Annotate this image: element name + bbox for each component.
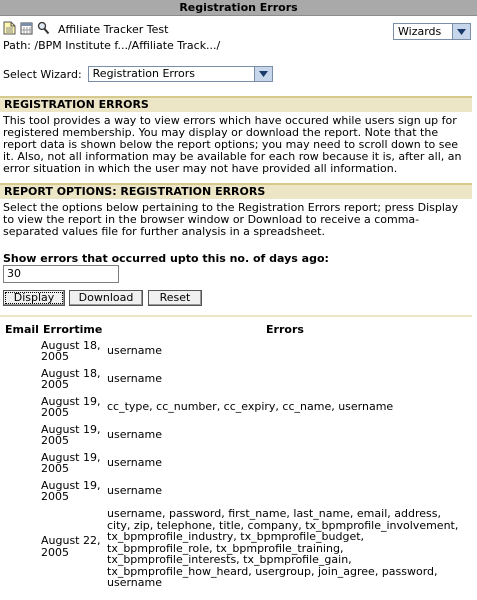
cell-errors: username, password, first_name, last_nam… <box>107 507 459 589</box>
days-input[interactable]: 30 <box>3 265 119 283</box>
table-row: August 19, 2005 username <box>3 421 463 449</box>
calendar-icon[interactable] <box>20 21 33 35</box>
cell-email <box>3 477 41 505</box>
table-header-row: Email Errortime Errors <box>3 323 463 337</box>
cell-email <box>3 449 41 477</box>
divider <box>0 315 472 317</box>
cell-email <box>3 393 41 421</box>
cell-errors: username <box>107 456 162 470</box>
cell-errors: username <box>107 372 162 386</box>
download-button[interactable]: Download <box>69 290 143 306</box>
reset-button[interactable]: Reset <box>148 290 202 306</box>
cell-date: August 19, 2005 <box>41 450 101 475</box>
cell-date: August 19, 2005 <box>41 394 101 419</box>
table-row: August 18, 2005 username <box>3 337 463 365</box>
table-row: August 18, 2005 username <box>3 365 463 393</box>
wizard-select-value: Registration Errors <box>92 67 196 80</box>
wizard-selector: Select Wizard: Registration Errors <box>3 66 273 82</box>
search-icon[interactable] <box>37 21 50 35</box>
chevron-down-icon[interactable] <box>253 67 272 81</box>
table-row: August 22, 2005 username, password, firs… <box>3 505 463 589</box>
wizard-select-label: Select Wizard: <box>3 67 82 81</box>
window-title: Registration Errors <box>0 0 477 16</box>
cell-email <box>3 421 41 449</box>
errors-table: Email Errortime Errors August 18, 2005 u… <box>3 323 463 589</box>
cell-date: August 19, 2005 <box>41 478 101 503</box>
chevron-down-icon[interactable] <box>452 24 470 39</box>
document-icon[interactable] <box>3 21 16 35</box>
cell-email <box>3 337 41 365</box>
cell-email <box>3 365 41 393</box>
cell-errors: username <box>107 344 162 358</box>
cell-errors: cc_type, cc_number, cc_expiry, cc_name, … <box>107 400 394 414</box>
table-row: August 19, 2005 username <box>3 477 463 505</box>
wizards-label: Wizards <box>398 25 442 38</box>
cell-errors: username <box>107 484 162 498</box>
cell-email <box>3 505 41 589</box>
display-button[interactable]: Display <box>3 290 65 306</box>
breadcrumb: Path: /BPM Institute f.../Affiliate Trac… <box>3 39 221 52</box>
table-row: August 19, 2005 username <box>3 449 463 477</box>
wizard-select[interactable]: Registration Errors <box>87 66 273 82</box>
days-field-label: Show errors that occurred upto this no. … <box>3 252 329 265</box>
site-name: Affiliate Tracker Test <box>58 23 169 36</box>
report-options-section: REPORT OPTIONS: REGISTRATION ERRORS Sele… <box>0 183 472 238</box>
section-title: REGISTRATION ERRORS <box>0 96 472 112</box>
cell-date: August 19, 2005 <box>41 422 101 447</box>
table-row: August 19, 2005 cc_type, cc_number, cc_e… <box>3 393 463 421</box>
col-errors: Errors <box>266 323 304 336</box>
section-description: This tool provides a way to view errors … <box>3 114 462 175</box>
col-email: Email <box>5 323 39 336</box>
cell-errors: username <box>107 428 162 442</box>
section-description: Select the options below pertaining to t… <box>3 201 459 238</box>
cell-date: August 18, 2005 <box>41 366 101 391</box>
col-errortime: Errortime <box>43 323 103 336</box>
cell-date: August 22, 2005 <box>41 534 101 559</box>
registration-errors-section: REGISTRATION ERRORS This tool provides a… <box>0 96 472 175</box>
wizards-dropdown[interactable]: Wizards <box>393 23 471 40</box>
section-title: REPORT OPTIONS: REGISTRATION ERRORS <box>0 183 472 199</box>
cell-date: August 18, 2005 <box>41 338 101 363</box>
